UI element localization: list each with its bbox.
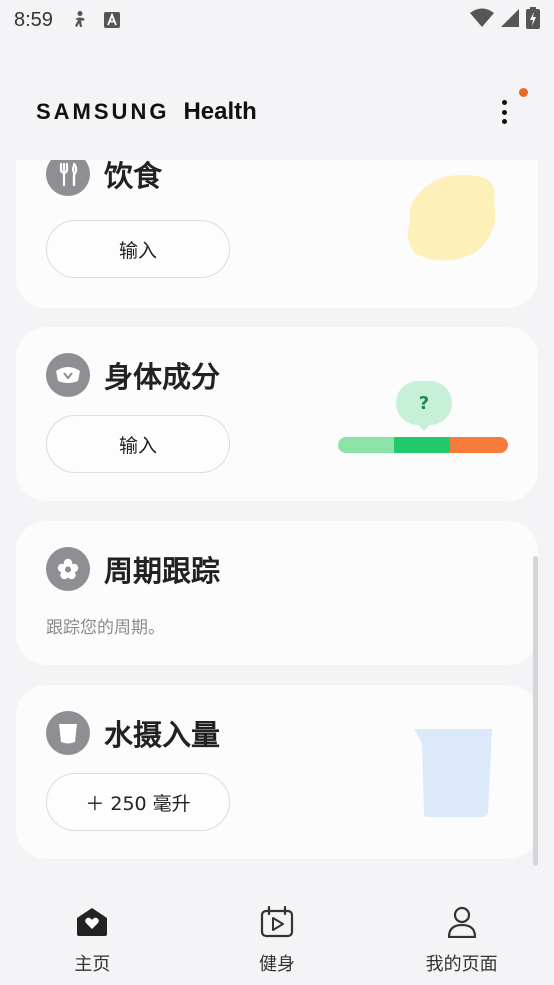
more-dot [501, 119, 507, 124]
water-intake-card[interactable]: 水摄入量 ＋ 250 毫升 [16, 685, 538, 859]
body-title-row: 身体成分 [46, 353, 220, 397]
more-options-button[interactable] [492, 96, 516, 128]
food-input-button[interactable]: 输入 [46, 220, 230, 278]
samsung-health-logo: SAMSUNG Health [36, 98, 257, 126]
water-intake-title: 水摄入量 [104, 718, 221, 752]
home-heart-icon [75, 906, 109, 942]
accessibility-icon [69, 9, 91, 31]
nav-item-fitness[interactable]: 健身 [207, 890, 347, 985]
scrollbar[interactable] [533, 556, 538, 866]
food-title: 饮食 [104, 160, 163, 193]
indicator-pointer [416, 422, 432, 431]
body-composition-card[interactable]: 身体成分 输入 ? [16, 327, 538, 501]
status-bar: 8:59 [0, 0, 554, 40]
bottom-navigation: 主页 健身 我的页面 [0, 890, 554, 985]
battery-charging-icon [526, 6, 540, 34]
cycle-tracking-card[interactable]: 周期跟踪 跟踪您的周期。 [16, 521, 538, 665]
water-glass-illustration [414, 729, 492, 817]
home-scroll-area[interactable]: 饮食 输入 身体成分 输入 ? 周期跟踪 跟踪您的周期。 水摄入量 ＋ 250 … [0, 160, 554, 880]
more-dot [501, 109, 507, 115]
cycle-tracking-title: 周期跟踪 [104, 554, 221, 588]
body-composition-range-bar [338, 437, 508, 453]
body-composition-title: 身体成分 [104, 360, 221, 394]
brand-health: Health [183, 98, 257, 125]
more-vertical-icon [501, 100, 507, 105]
wifi-icon [470, 8, 494, 33]
lemon-illustration [408, 174, 496, 261]
nav-label-home: 主页 [74, 954, 111, 975]
add-water-button[interactable]: ＋ 250 毫升 [46, 773, 230, 831]
food-title-row: 饮食 [46, 160, 162, 196]
cycle-tracking-description: 跟踪您的周期。 [46, 618, 165, 638]
calendar-play-icon [260, 905, 294, 942]
scale-icon [46, 353, 90, 397]
cup-icon [46, 711, 90, 755]
range-segment-low [338, 437, 394, 453]
signal-icon [500, 8, 520, 33]
nav-item-home[interactable]: 主页 [22, 890, 162, 985]
nav-label-fitness: 健身 [258, 954, 295, 975]
flower-icon [46, 547, 90, 591]
range-segment-high [450, 437, 508, 453]
fork-knife-icon [46, 160, 90, 196]
water-title-row: 水摄入量 [46, 711, 220, 755]
person-icon [445, 906, 479, 942]
a-text-icon [101, 9, 123, 31]
body-composition-input-button[interactable]: 输入 [46, 415, 230, 473]
app-header: SAMSUNG Health [0, 80, 554, 144]
nav-label-my-page: 我的页面 [425, 954, 498, 975]
food-card[interactable]: 饮食 输入 [16, 160, 538, 308]
body-composition-indicator-bubble: ? [396, 381, 452, 425]
range-segment-normal [394, 437, 450, 453]
notification-dot [519, 88, 528, 97]
cycle-title-row: 周期跟踪 [46, 547, 220, 591]
nav-item-my-page[interactable]: 我的页面 [392, 890, 532, 985]
brand-samsung: SAMSUNG [36, 99, 170, 124]
status-time: 8:59 [14, 8, 53, 31]
